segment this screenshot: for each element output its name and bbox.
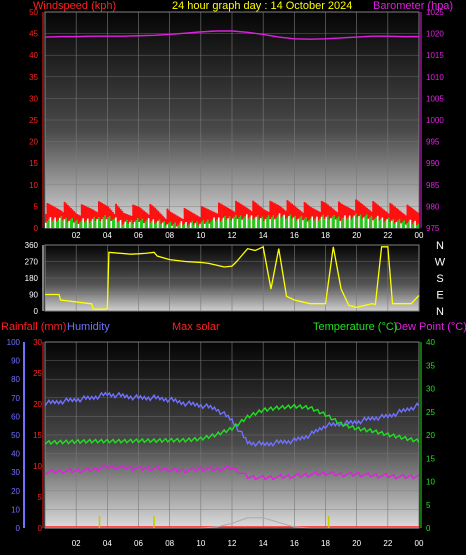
hour-tick-label: 00 — [415, 231, 424, 240]
compass-label: S — [436, 273, 443, 285]
hour-tick-label: 08 — [165, 539, 174, 548]
direction-tick-label: 360 — [25, 241, 39, 250]
max-solar-label: Max solar — [172, 321, 220, 333]
windspeed-tick-label: 35 — [29, 73, 38, 82]
humidity-tick-label: 50 — [11, 431, 20, 440]
humidity-tick-label: 0 — [16, 524, 21, 533]
hour-tick-label: 12 — [228, 539, 237, 548]
windspeed-tick-label: 40 — [29, 51, 38, 60]
hour-tick-label: 06 — [134, 231, 143, 240]
humidity-tick-label: 20 — [11, 487, 20, 496]
hour-tick-label: 02 — [72, 539, 81, 548]
hour-tick-label: 00 — [415, 539, 424, 548]
temperature-tick-label: 5 — [426, 501, 431, 510]
compass-label: E — [436, 290, 443, 302]
barometer-tick-label: 1010 — [426, 73, 444, 82]
barometer-tick-label: 990 — [426, 159, 440, 168]
windspeed-tick-label: 10 — [29, 181, 38, 190]
humidity-tick-label: 10 — [11, 505, 20, 514]
barometer-tick-label: 1015 — [426, 51, 444, 60]
hour-tick-label: 20 — [352, 539, 361, 548]
hour-tick-label: 08 — [165, 231, 174, 240]
direction-tick-label: 180 — [25, 274, 39, 283]
humidity-tick-label: 70 — [11, 394, 20, 403]
temperature-tick-label: 20 — [426, 431, 435, 440]
barometer-tick-label: 985 — [426, 181, 440, 190]
windspeed-tick-label: 5 — [34, 202, 39, 211]
temperature-tick-label: 10 — [426, 478, 435, 487]
temperature-tick-label: 25 — [426, 408, 435, 417]
temperature-tick-label: 40 — [426, 338, 435, 347]
direction-tick-label: 90 — [29, 291, 38, 300]
hour-tick-label: 12 — [228, 231, 237, 240]
hour-tick-label: 06 — [134, 539, 143, 548]
hour-tick-label: 22 — [383, 231, 392, 240]
temperature-axis-title: Temperature (°C) — [313, 321, 397, 333]
barometer-tick-label: 975 — [426, 224, 440, 233]
barometer-tick-label: 1020 — [426, 30, 444, 39]
hour-tick-label: 16 — [290, 231, 299, 240]
hour-tick-label: 14 — [259, 231, 268, 240]
hour-tick-label: 18 — [321, 539, 330, 548]
temperature-tick-label: 15 — [426, 454, 435, 463]
windspeed-tick-label: 0 — [34, 224, 39, 233]
hour-tick-label: 04 — [103, 231, 112, 240]
windspeed-tick-label: 20 — [29, 138, 38, 147]
humidity-tick-label: 80 — [11, 375, 20, 384]
temperature-tick-label: 0 — [426, 524, 431, 533]
rainfall-tick-label: 10 — [33, 462, 42, 471]
humidity-tick-label: 40 — [11, 450, 20, 459]
hour-tick-label: 10 — [196, 231, 205, 240]
hour-tick-label: 02 — [72, 231, 81, 240]
temperature-tick-label: 35 — [426, 361, 435, 370]
direction-tick-label: 0 — [34, 307, 39, 316]
windspeed-axis-title: Windspeed (kph) — [33, 0, 116, 12]
barometer-tick-label: 1005 — [426, 94, 444, 103]
hour-tick-label: 14 — [259, 539, 268, 548]
barometer-tick-label: 1000 — [426, 116, 444, 125]
humidity-tick-label: 60 — [11, 412, 20, 421]
weather-charts: Windspeed (kph) 24 hour graph day : 14 O… — [1, 0, 466, 548]
hour-tick-label: 20 — [352, 231, 361, 240]
rainfall-axis-title: Rainfall (mm) — [1, 321, 66, 333]
barometer-tick-label: 980 — [426, 202, 440, 211]
humidity-tick-label: 90 — [11, 357, 20, 366]
rainfall-tick-label: 5 — [38, 493, 43, 502]
barometer-tick-label: 995 — [426, 138, 440, 147]
chart-title: 24 hour graph day : 14 October 2024 — [172, 0, 352, 12]
hour-tick-label: 22 — [383, 539, 392, 548]
hour-tick-label: 04 — [103, 539, 112, 548]
humidity-tick-label: 30 — [11, 468, 20, 477]
weather-graph-page: Windspeed (kph) 24 hour graph day : 14 O… — [0, 0, 466, 555]
direction-tick-label: 270 — [25, 258, 39, 267]
compass-label: N — [436, 306, 444, 318]
windspeed-tick-label: 15 — [29, 159, 38, 168]
windspeed-tick-label: 45 — [29, 30, 38, 39]
hour-tick-label: 16 — [290, 539, 299, 548]
hour-tick-label: 10 — [196, 539, 205, 548]
dewpoint-axis-title: Dew Point (°C) — [394, 321, 466, 333]
windspeed-tick-label: 50 — [29, 8, 38, 17]
hour-tick-label: 18 — [321, 231, 330, 240]
windspeed-tick-label: 25 — [29, 116, 38, 125]
rainfall-tick-label: 20 — [33, 400, 42, 409]
compass-label: W — [435, 257, 446, 269]
windspeed-tick-label: 30 — [29, 94, 38, 103]
rainfall-tick-label: 0 — [38, 524, 43, 533]
average-wind-bar — [417, 223, 420, 228]
rainfall-tick-label: 25 — [33, 369, 42, 378]
humidity-axis-title: Humidity — [67, 321, 110, 333]
rainfall-tick-label: 15 — [33, 431, 42, 440]
humidity-tick-label: 100 — [7, 338, 21, 347]
compass-label: N — [436, 240, 444, 252]
barometer-tick-label: 1025 — [426, 8, 444, 17]
rainfall-tick-label: 30 — [33, 338, 42, 347]
temperature-tick-label: 30 — [426, 385, 435, 394]
